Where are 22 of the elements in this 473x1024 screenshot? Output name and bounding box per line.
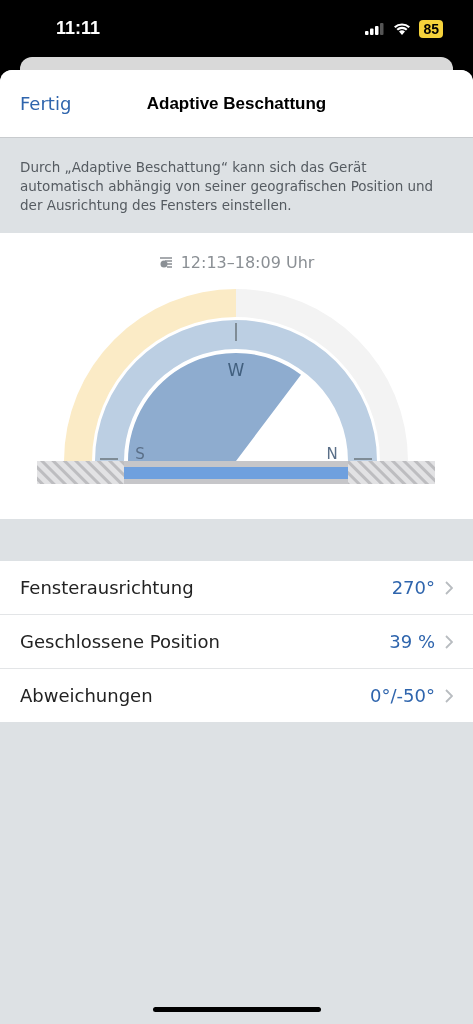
sun-blind-icon (158, 255, 173, 270)
chevron-icon (445, 688, 453, 703)
signal-icon (365, 22, 386, 35)
battery-level: 85 (419, 19, 443, 38)
settings-row[interactable]: Fensterausrichtung 270° (0, 561, 473, 615)
status-time: 11:11 (56, 18, 101, 39)
setting-value: 270° (391, 577, 435, 598)
setting-value: 0°/-50° (370, 685, 435, 706)
compass-drawing: S W N (0, 274, 473, 489)
setting-label: Fensterausrichtung (20, 577, 195, 598)
done-button[interactable]: Fertig (20, 93, 72, 114)
description-text: Durch „Adaptive Beschattung“ kann sich das Gerät automatisch abhängig von seiner geografischen Position und der Ausrichtung des Fensters einstellen. (19, 158, 435, 215)
settings-row[interactable]: Abweichungen 0°/-50° (0, 669, 473, 722)
sheet-title: Adaptive Beschattung (146, 93, 327, 113)
chevron-icon (445, 580, 453, 595)
setting-label: Geschlossene Position (20, 631, 221, 652)
setting-label: Abweichungen (20, 685, 154, 706)
wifi-icon (393, 22, 412, 35)
chevron-icon (445, 634, 453, 649)
sun-time: 12:13–18:09 Uhr (180, 253, 315, 272)
settings-row[interactable]: Geschlossene Position 39 % (0, 615, 473, 669)
setting-value: 39 % (389, 631, 435, 652)
